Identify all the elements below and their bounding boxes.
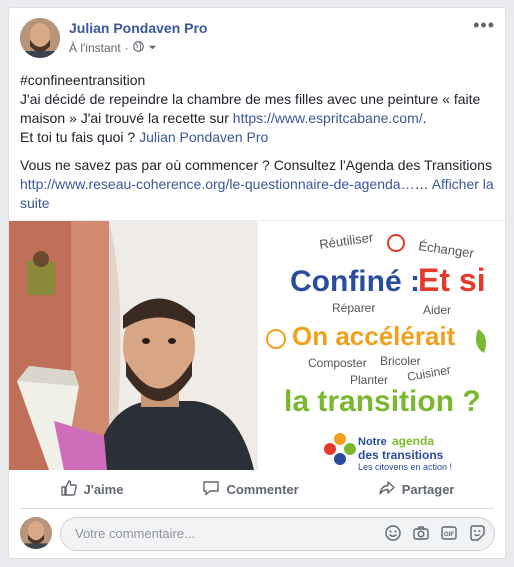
svg-text:GIF: GIF	[444, 532, 454, 538]
comment-button[interactable]: Commenter	[202, 479, 299, 500]
commenter-avatar[interactable]	[20, 517, 52, 549]
post-header: Julian Pondaven Pro À l'instant · •••	[20, 16, 495, 62]
para2-text: Vous ne savez pas par où commencer ? Con…	[20, 157, 492, 173]
ellipsis-text: …	[414, 176, 432, 192]
globe-icon	[132, 41, 144, 55]
transition-poster[interactable]: Réutiliser Échanger Confiné : Et si Répa…	[260, 221, 505, 470]
thumbs-up-icon	[60, 479, 78, 500]
sticker-icon[interactable]	[468, 524, 486, 542]
poster-word-composter: Composter	[308, 356, 367, 370]
comment-box[interactable]: GIF	[60, 517, 495, 551]
camera-icon[interactable]	[412, 524, 430, 542]
link1-suffix: .	[422, 110, 427, 126]
emoji-icon[interactable]	[384, 524, 402, 542]
sun-icon	[266, 329, 286, 349]
leaf-icon	[476, 329, 486, 353]
post-line2: Et toi tu fais quoi ? Julian Pondaven Pr…	[20, 128, 496, 147]
post-hashtag: #confineentransition	[20, 71, 496, 90]
selfie-photo[interactable]	[9, 221, 258, 470]
comment-row: GIF	[20, 515, 495, 553]
hashtag-text[interactable]: #confineentransition	[20, 72, 145, 88]
post-card: Julian Pondaven Pro À l'instant · ••• #c…	[8, 7, 506, 559]
recipe-link[interactable]: https://www.espritcabane.com/	[233, 110, 423, 126]
poster-word-aider: Aider	[423, 303, 451, 317]
post-images: Réutiliser Échanger Confiné : Et si Répa…	[9, 220, 505, 471]
poster-word-latransition: la transition ?	[284, 385, 481, 418]
post-line1: J'ai décidé de repeindre la chambre de m…	[20, 90, 496, 128]
post-actions: J'aime Commenter Partager	[20, 470, 494, 509]
comment-label: Commenter	[226, 481, 299, 497]
line2-text: Et toi tu fais quoi ?	[20, 129, 140, 145]
poster-word-onaccelerait: On accélérait	[292, 321, 456, 351]
gif-icon[interactable]: GIF	[440, 524, 458, 542]
author-name[interactable]: Julian Pondaven Pro	[69, 20, 207, 36]
author-avatar[interactable]	[20, 18, 60, 58]
agenda-logo-icon	[324, 433, 356, 465]
chevron-down-icon[interactable]	[148, 41, 157, 55]
post-meta: À l'instant ·	[69, 41, 157, 55]
poster-word-notre: Notre	[358, 436, 387, 448]
comment-input[interactable]	[73, 525, 367, 542]
share-button[interactable]: Partager	[378, 479, 455, 500]
poster-word-agenda: agenda	[392, 434, 434, 448]
like-label: J'aime	[83, 481, 124, 497]
poster-word-reparer: Réparer	[332, 301, 375, 315]
post-text: #confineentransition J'ai décidé de repe…	[20, 71, 496, 218]
post-time[interactable]: À l'instant	[69, 41, 121, 55]
poster-word-destransitions: des transitions	[358, 448, 444, 462]
share-label: Partager	[401, 481, 455, 497]
mention-link[interactable]: Julian Pondaven Pro	[139, 129, 268, 145]
more-options-icon[interactable]: •••	[473, 16, 495, 34]
poster-word-confine: Confiné :	[290, 265, 420, 298]
recycle-icon	[387, 234, 405, 252]
poster-word-bricoler: Bricoler	[380, 354, 421, 368]
poster-word-etsi: Et si	[418, 262, 486, 298]
agenda-link[interactable]: http://www.reseau-coherence.org/le-quest…	[20, 176, 415, 192]
poster-word-citoyens: Les citoyens en action !	[358, 462, 452, 470]
poster-word-echanger: Échanger	[418, 238, 476, 261]
comment-icon	[202, 479, 220, 500]
like-button[interactable]: J'aime	[60, 479, 124, 500]
meta-separator: ·	[124, 41, 129, 55]
poster-word-reutiliser: Réutiliser	[318, 229, 374, 251]
comment-tools: GIF	[384, 524, 486, 542]
share-icon	[378, 479, 396, 500]
post-para2: Vous ne savez pas par où commencer ? Con…	[20, 156, 496, 213]
